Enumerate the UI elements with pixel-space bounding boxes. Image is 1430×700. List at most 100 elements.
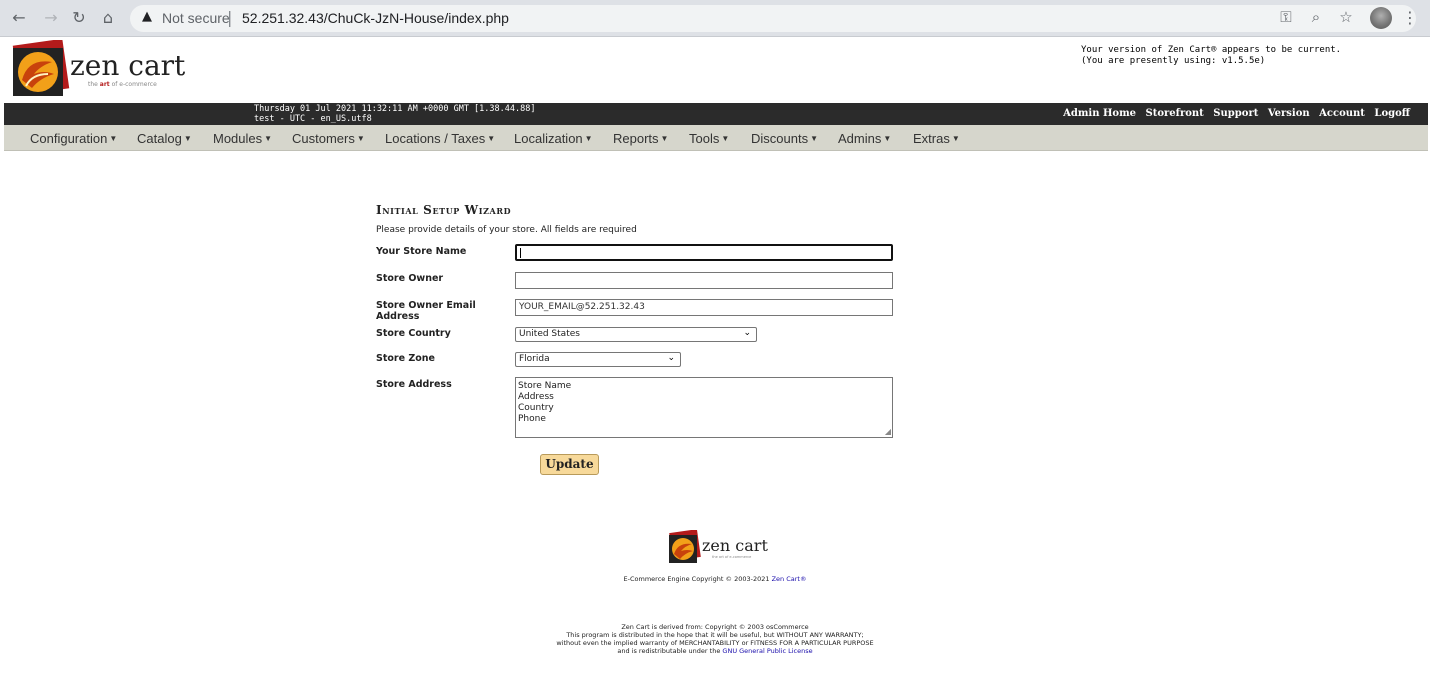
text-cursor: [520, 248, 521, 258]
resize-grip-icon[interactable]: ◢: [885, 426, 891, 437]
caret-down-icon: ▼: [883, 134, 892, 143]
zen-cart-logo-graphic: zen cart the art of e-commerce: [12, 38, 186, 96]
account-link[interactable]: Account: [1319, 108, 1365, 119]
datetime-line-2: test - UTC - en_US.utf8: [254, 114, 372, 124]
menu-locations-taxes[interactable]: Locations / Taxes ▼: [385, 131, 495, 146]
caret-down-icon: ▼: [721, 134, 730, 143]
back-arrow-icon[interactable]: ←: [8, 7, 30, 29]
storefront-link[interactable]: Storefront: [1146, 108, 1204, 119]
zen-cart-logo[interactable]: zen cart the art of e-commerce: [10, 38, 190, 98]
menu-configuration[interactable]: Configuration ▼: [30, 131, 117, 146]
store-zone-value: Florida: [519, 354, 550, 364]
menu-modules[interactable]: Modules ▼: [213, 131, 272, 146]
store-country-label: Store Country: [376, 328, 451, 339]
store-name-input[interactable]: [515, 244, 893, 261]
store-country-select[interactable]: United States ⌄: [515, 327, 757, 342]
logo-wordmark: zen cart: [70, 49, 186, 82]
address-line: Store Name: [518, 381, 572, 391]
caret-down-icon: ▼: [951, 134, 960, 143]
license-line: and is redistributable under the GNU Gen…: [0, 647, 1430, 655]
menu-label: Locations / Taxes: [385, 131, 486, 146]
reload-icon[interactable]: ↻: [68, 7, 90, 29]
address-line: Country: [518, 403, 554, 413]
menu-label: Admins: [838, 131, 882, 146]
not-secure-label[interactable]: Not secure: [162, 10, 230, 26]
url-text[interactable]: 52.251.32.43/ChuCk-JzN-House/index.php: [242, 10, 509, 26]
license-line: Zen Cart is derived from: Copyright © 20…: [621, 623, 809, 631]
zoom-icon[interactable]: ⌕: [1306, 8, 1326, 26]
owner-email-input[interactable]: YOUR_EMAIL@52.251.32.43: [515, 299, 893, 316]
address-bar[interactable]: ▲ Not secure | 52.251.32.43/ChuCk-JzN-Ho…: [130, 5, 1418, 32]
svg-text:the art of e-commerce: the art of e-commerce: [712, 555, 751, 559]
logoff-link[interactable]: Logoff: [1374, 108, 1410, 119]
license-text: and is redistributable under the: [617, 647, 721, 655]
bookmark-star-icon[interactable]: ☆: [1336, 8, 1356, 26]
store-zone-label: Store Zone: [376, 353, 435, 364]
store-address-textarea[interactable]: Store Name Address Country Phone ◢: [515, 377, 893, 438]
license-line: without even the implied warranty of MER…: [556, 639, 874, 647]
menu-label: Localization: [514, 131, 583, 146]
menu-tools[interactable]: Tools ▼: [689, 131, 729, 146]
admin-header-bar: Thursday 01 Jul 2021 11:32:11 AM +0000 G…: [4, 103, 1428, 125]
caret-down-icon: ▼: [487, 134, 496, 143]
store-country-value: United States: [519, 329, 580, 339]
version-link[interactable]: Version: [1268, 108, 1310, 119]
support-link[interactable]: Support: [1213, 108, 1258, 119]
store-name-label: Your Store Name: [376, 246, 467, 257]
footer-logo-graphic: zen cart the art of e-commerce: [669, 529, 768, 563]
chevron-down-icon: ⌄: [667, 353, 675, 363]
admin-home-link[interactable]: Admin Home: [1063, 108, 1136, 119]
admin-links: Admin Home Storefront Support Version Ac…: [1057, 108, 1410, 119]
caret-down-icon: ▼: [584, 134, 593, 143]
wizard-description: Please provide details of your store. Al…: [376, 225, 637, 235]
store-owner-input[interactable]: [515, 272, 893, 289]
menu-label: Modules: [213, 131, 263, 146]
menu-label: Customers: [292, 131, 355, 146]
more-menu-icon[interactable]: ⋮: [1402, 8, 1418, 27]
menu-label: Discounts: [751, 131, 809, 146]
store-zone-select[interactable]: Florida ⌄: [515, 352, 681, 367]
store-address-label: Store Address: [376, 379, 452, 390]
key-icon[interactable]: ⚿: [1276, 8, 1296, 26]
owner-email-value: YOUR_EMAIL@52.251.32.43: [519, 302, 645, 312]
profile-avatar[interactable]: [1370, 7, 1392, 29]
update-button[interactable]: Update: [540, 454, 599, 475]
menu-label: Extras: [913, 131, 950, 146]
menu-label: Catalog: [137, 131, 182, 146]
caret-down-icon: ▼: [356, 134, 365, 143]
main-menu-bar: Configuration ▼ Catalog ▼ Modules ▼ Custome…: [4, 125, 1428, 151]
omnibox-separator: |: [227, 8, 233, 27]
footer-zen-cart-logo[interactable]: zen cart the art of e-commerce: [668, 529, 768, 564]
page-title: Initial Setup Wizard: [376, 203, 512, 217]
caret-down-icon: ▼: [810, 134, 818, 143]
version-notice: Your version of Zen Cart® appears to be …: [1081, 45, 1341, 67]
zen-cart-link[interactable]: Zen Cart®: [772, 575, 807, 583]
version-line-1: Your version of Zen Cart® appears to be …: [1081, 45, 1342, 55]
browser-toolbar: ← → ↻ ⌂ ▲ Not secure | 52.251.32.43/ChuC…: [0, 0, 1430, 37]
menu-reports[interactable]: Reports ▼: [613, 131, 668, 146]
footer-copyright: E-Commerce Engine Copyright © 2003-2021 …: [0, 575, 1430, 583]
address-line: Address: [518, 392, 554, 402]
menu-label: Configuration: [30, 131, 108, 146]
menu-localization[interactable]: Localization ▼: [514, 131, 593, 146]
menu-label: Reports: [613, 131, 659, 146]
svg-text:zen cart: zen cart: [702, 536, 768, 555]
menu-extras[interactable]: Extras ▼: [913, 131, 960, 146]
address-line: Phone: [518, 414, 546, 424]
logo-tagline: the art of e-commerce: [88, 81, 157, 88]
server-datetime: Thursday 01 Jul 2021 11:32:11 AM +0000 G…: [254, 104, 535, 124]
caret-down-icon: ▼: [264, 134, 273, 143]
menu-catalog[interactable]: Catalog ▼: [137, 131, 192, 146]
license-line: This program is distributed in the hope …: [566, 631, 864, 639]
warning-triangle-icon[interactable]: ▲: [142, 9, 152, 24]
store-owner-label: Store Owner: [376, 273, 444, 284]
gnu-license-link[interactable]: GNU General Public License: [722, 647, 812, 655]
caret-down-icon: ▼: [183, 134, 192, 143]
forward-arrow-icon[interactable]: →: [40, 7, 62, 29]
menu-admins[interactable]: Admins ▼: [838, 131, 891, 146]
menu-discounts[interactable]: Discounts ▼: [751, 131, 818, 146]
menu-customers[interactable]: Customers ▼: [292, 131, 365, 146]
chevron-down-icon: ⌄: [743, 328, 751, 338]
caret-down-icon: ▼: [109, 134, 118, 143]
home-icon[interactable]: ⌂: [97, 7, 119, 29]
